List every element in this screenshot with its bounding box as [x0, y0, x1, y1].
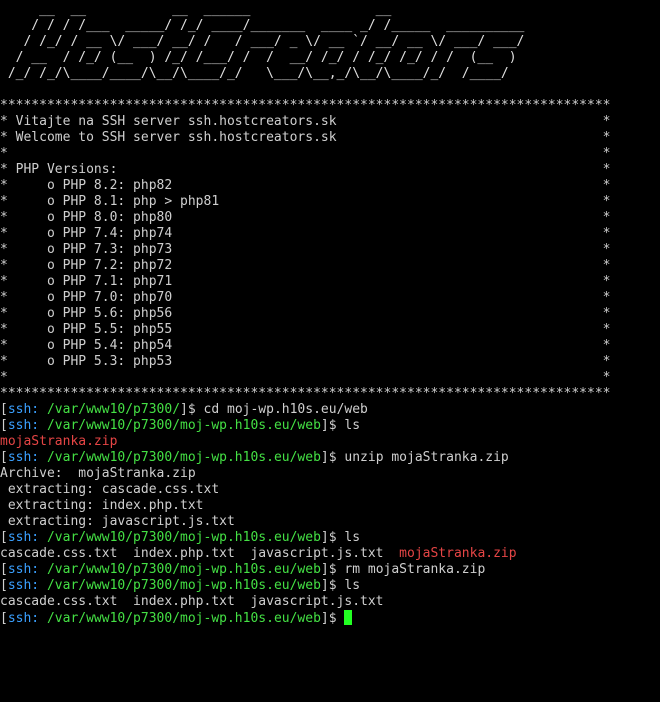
motd-line: * o PHP 7.0: php70 *: [0, 290, 611, 305]
command-text: ls: [344, 418, 361, 433]
banner-line: /_/ /_/\____/____/\__/\____/_/ \___/\__,…: [0, 66, 525, 81]
terminal-window[interactable]: __ __ __ ______ __ / / / /___ _____/ /_/…: [0, 0, 660, 702]
prompt-path: /var/www10/p7300/moj-wp.h10s.eu/web: [46, 578, 321, 593]
banner-line: / __ / /_/ (__ ) /_/ /___/ / / __/ /_/ /…: [0, 50, 564, 65]
prompt-host: ssh:: [7, 450, 40, 465]
prompt-path: /var/www10/p7300/moj-wp.h10s.eu/web: [46, 562, 321, 577]
command-line: [ssh: /var/www10/p7300/]$ cd moj-wp.h10s…: [0, 402, 660, 418]
motd-line: ****************************************…: [0, 386, 611, 401]
command-text: unzip mojaStranka.zip: [344, 450, 509, 465]
listing-gap: [384, 546, 400, 561]
motd-line: * o PHP 8.2: php82 *: [0, 178, 611, 193]
command-text: cd moj-wp.h10s.eu/web: [203, 402, 368, 417]
motd-line: * o PHP 5.5: php55 *: [0, 322, 611, 337]
motd-line: * *: [0, 146, 611, 161]
motd-line: * Vitajte na SSH server ssh.hostcreators…: [0, 114, 611, 129]
prompt-path: /var/www10/p7300/moj-wp.h10s.eu/web: [46, 530, 321, 545]
prompt-open: [: [0, 402, 8, 417]
output-line: extracting: index.php.txt: [0, 498, 204, 513]
command-line: [ssh: /var/www10/p7300/moj-wp.h10s.eu/we…: [0, 450, 660, 466]
prompt-path: /var/www10/p7300/moj-wp.h10s.eu/web: [46, 611, 321, 626]
hostcreators-ascii-banner: __ __ __ ______ __ / / / /___ _____/ /_/…: [0, 2, 660, 82]
prompt-path: /var/www10/p7300/: [46, 402, 181, 417]
prompt-close: ]$: [180, 402, 204, 417]
motd-line: * o PHP 8.1: php > php81 *: [0, 194, 611, 209]
prompt-open: [: [0, 578, 8, 593]
banner-line: / /_/ / __ \/ ___/ __/ / / ___/ _ \/ __ …: [0, 34, 548, 49]
motd-line: * o PHP 7.4: php74 *: [0, 226, 611, 241]
prompt-close: ]$: [320, 578, 345, 593]
prompt-close: ]$: [320, 418, 345, 433]
prompt-host: ssh:: [7, 530, 40, 545]
output-line: cascade.css.txt index.php.txt javascript…: [0, 594, 384, 609]
command-line: [ssh: /var/www10/p7300/moj-wp.h10s.eu/we…: [0, 530, 660, 546]
motd-box: ****************************************…: [0, 98, 660, 402]
motd-line: * o PHP 5.4: php54 *: [0, 338, 611, 353]
command-text: rm mojaStranka.zip: [344, 562, 486, 577]
command-line: [ssh: /var/www10/p7300/moj-wp.h10s.eu/we…: [0, 578, 660, 594]
command-text: ls: [344, 578, 361, 593]
command-line: [ssh: /var/www10/p7300/moj-wp.h10s.eu/we…: [0, 562, 660, 578]
output-line: extracting: cascade.css.txt: [0, 482, 220, 497]
active-prompt-line[interactable]: [ssh: /var/www10/p7300/moj-wp.h10s.eu/we…: [0, 610, 660, 626]
motd-line: ****************************************…: [0, 98, 611, 113]
prompt-host: ssh:: [7, 402, 40, 417]
prompt-path: /var/www10/p7300/moj-wp.h10s.eu/web: [46, 418, 321, 433]
prompt-close: ]$: [320, 530, 345, 545]
prompt-open: [: [0, 611, 8, 626]
motd-line: * Welcome to SSH server ssh.hostcreators…: [0, 130, 611, 145]
text-cursor[interactable]: [344, 610, 353, 625]
prompt-host: ssh:: [7, 562, 40, 577]
prompt-open: [: [0, 562, 8, 577]
prompt-host: ssh:: [7, 418, 40, 433]
motd-line: * o PHP 8.0: php80 *: [0, 210, 611, 225]
motd-line: * *: [0, 370, 611, 385]
motd-line: * o PHP 5.6: php56 *: [0, 306, 611, 321]
motd-line: * PHP Versions: *: [0, 162, 611, 177]
banner-line: __ __ __ ______ __: [0, 2, 564, 17]
prompt-close: ]$: [320, 450, 345, 465]
prompt-open: [: [0, 418, 8, 433]
prompt-close: ]$: [320, 562, 345, 577]
output-line: mojaStranka.zip: [0, 434, 118, 449]
motd-line: * o PHP 7.2: php72 *: [0, 258, 611, 273]
output-line: cascade.css.txt index.php.txt javascript…: [0, 546, 660, 562]
prompt-open: [: [0, 450, 8, 465]
output-line: Archive: mojaStranka.zip: [0, 466, 196, 481]
prompt-host: ssh:: [7, 611, 40, 626]
motd-line: * o PHP 7.3: php73 *: [0, 242, 611, 257]
command-line: [ssh: /var/www10/p7300/moj-wp.h10s.eu/we…: [0, 418, 660, 434]
motd-line: * o PHP 7.1: php71 *: [0, 274, 611, 289]
prompt-close: ]$: [320, 611, 345, 626]
file-listing: cascade.css.txt index.php.txt javascript…: [0, 546, 384, 561]
command-text: ls: [344, 530, 361, 545]
prompt-open: [: [0, 530, 8, 545]
zip-file-name: mojaStranka.zip: [399, 546, 517, 561]
output-line: extracting: javascript.js.txt: [0, 514, 235, 529]
banner-line: / / / /___ _____/ /_/ ____/_______ ____ …: [0, 18, 564, 33]
motd-line: * o PHP 5.3: php53 *: [0, 354, 611, 369]
prompt-host: ssh:: [7, 578, 40, 593]
prompt-path: /var/www10/p7300/moj-wp.h10s.eu/web: [46, 450, 321, 465]
